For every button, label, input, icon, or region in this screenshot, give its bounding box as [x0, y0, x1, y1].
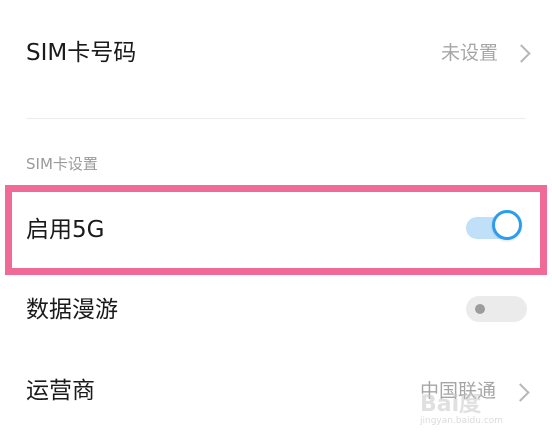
chevron-right-icon [512, 44, 531, 63]
sim-number-row[interactable]: SIM卡号码 未设置 [0, 20, 552, 88]
toggle-knob [475, 304, 485, 314]
watermark-subtext: jingyan.baidu.com [420, 416, 504, 426]
sim-number-label: SIM卡号码 [26, 40, 137, 66]
sim-number-value: 未设置 [441, 42, 499, 64]
enable-5g-row[interactable]: 启用5G [12, 192, 540, 268]
baidu-watermark: Bai度 jingyan.baidu.com [412, 380, 532, 430]
divider [26, 118, 526, 119]
toggle-knob [492, 210, 522, 240]
enable-5g-toggle[interactable] [466, 210, 526, 243]
watermark-text: Bai度 [420, 392, 482, 417]
data-roaming-toggle[interactable] [466, 296, 527, 322]
carrier-label: 运营商 [26, 378, 95, 404]
section-header-sim-settings: SIM卡设置 [26, 155, 98, 173]
enable-5g-label: 启用5G [26, 217, 105, 243]
data-roaming-label: 数据漫游 [26, 297, 118, 323]
